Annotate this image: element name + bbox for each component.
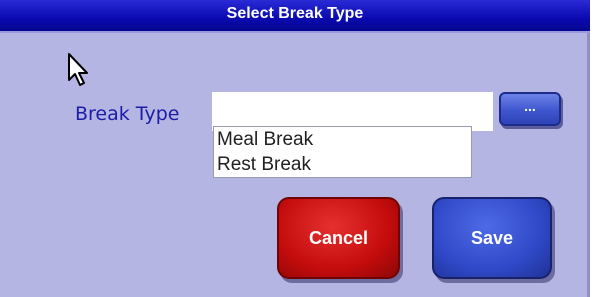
list-item-meal-break[interactable]: Meal Break	[214, 127, 471, 152]
dialog-title: Select Break Type	[226, 5, 364, 22]
browse-button[interactable]: ...	[499, 92, 561, 126]
break-type-option-list: Meal Break Rest Break	[213, 126, 472, 178]
save-button[interactable]: Save	[432, 197, 552, 279]
select-break-type-dialog: Select Break Type Break Type ... Meal Br…	[0, 0, 590, 297]
break-type-label: Break Type	[75, 103, 180, 125]
list-item-rest-break[interactable]: Rest Break	[214, 152, 471, 177]
title-bar: Select Break Type	[0, 0, 590, 33]
cancel-button[interactable]: Cancel	[277, 197, 400, 279]
mouse-pointer-icon	[68, 53, 88, 86]
